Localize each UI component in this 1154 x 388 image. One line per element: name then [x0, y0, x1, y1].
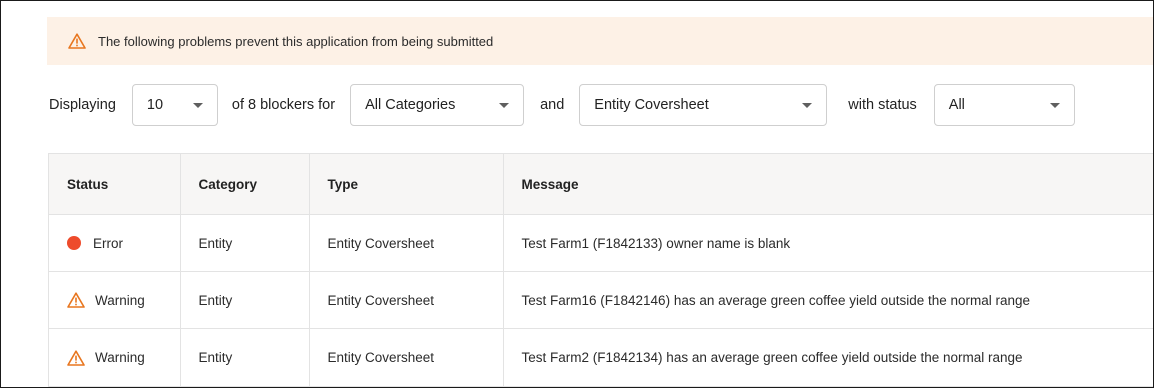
status-text: Warning	[95, 350, 145, 365]
table-row[interactable]: Warning Entity Entity Coversheet Test Fa…	[49, 271, 1153, 329]
message-cell: Test Farm2 (F1842134) has an average gre…	[503, 328, 1153, 387]
blockers-table: Status Category Type Message Error Entit…	[48, 153, 1153, 387]
category-cell: Entity	[180, 271, 310, 329]
type-cell: Entity Coversheet	[309, 328, 504, 387]
category-value: All Categories	[365, 97, 456, 113]
category-select[interactable]: All Categories	[350, 84, 525, 126]
column-header-status[interactable]: Status	[49, 154, 181, 215]
with-status-label: with status	[848, 97, 917, 113]
status-value: All	[948, 97, 965, 113]
blockers-panel: The following problems prevent this appl…	[0, 0, 1154, 388]
submission-blockers-banner: The following problems prevent this appl…	[47, 17, 1153, 65]
chevron-down-icon	[802, 103, 813, 108]
table-header-row: Status Category Type Message	[49, 154, 1153, 215]
type-cell: Entity Coversheet	[309, 271, 504, 329]
blockers-count-label: of 8 blockers for	[231, 97, 336, 113]
status-cell: Error	[49, 214, 181, 272]
status-select[interactable]: All	[933, 84, 1075, 126]
status-text: Error	[93, 235, 123, 251]
error-dot-icon	[67, 236, 81, 250]
message-cell: Test Farm1 (F1842133) owner name is blan…	[503, 214, 1153, 272]
filter-bar: Displaying 10 of 8 blockers for All Cate…	[49, 83, 1075, 127]
type-select[interactable]: Entity Coversheet	[579, 84, 828, 126]
warning-triangle-icon	[68, 33, 86, 49]
chevron-down-icon	[499, 103, 510, 108]
page-size-select[interactable]: 10	[131, 84, 218, 126]
and-label: and	[540, 97, 565, 113]
column-header-category[interactable]: Category	[180, 154, 310, 215]
status-cell: Warning	[49, 328, 181, 387]
table-row[interactable]: Error Entity Entity Coversheet Test Farm…	[49, 214, 1153, 272]
page-size-value: 10	[146, 97, 164, 113]
type-value: Entity Coversheet	[594, 97, 709, 113]
displaying-label: Displaying	[49, 97, 116, 113]
table-row[interactable]: Warning Entity Entity Coversheet Test Fa…	[49, 328, 1153, 387]
category-cell: Entity	[180, 214, 310, 272]
message-cell: Test Farm16 (F1842146) has an average gr…	[503, 271, 1153, 329]
status-cell: Warning	[49, 271, 181, 329]
banner-message: The following problems prevent this appl…	[98, 33, 494, 49]
warning-triangle-icon	[67, 349, 85, 366]
warning-triangle-icon	[67, 292, 85, 308]
column-header-message[interactable]: Message	[503, 154, 1153, 215]
chevron-down-icon	[192, 103, 203, 108]
chevron-down-icon	[1049, 103, 1060, 108]
category-cell: Entity	[180, 328, 310, 387]
column-header-type[interactable]: Type	[309, 154, 504, 215]
type-cell: Entity Coversheet	[309, 214, 504, 272]
status-text: Warning	[95, 292, 145, 308]
